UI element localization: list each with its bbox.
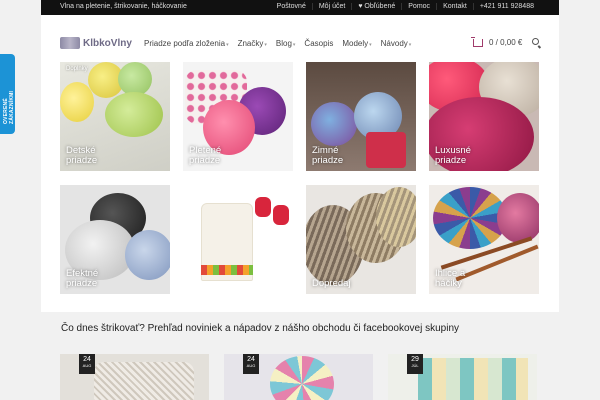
post-day: 24 — [83, 356, 91, 363]
phone-number[interactable]: +421 911 928488 — [472, 3, 540, 10]
nav-label: Časopis — [304, 39, 334, 48]
post-date: 24 AUG — [79, 354, 95, 374]
nav-item-brands[interactable]: Značky▾ — [238, 39, 267, 48]
category-tile-models[interactable] — [183, 185, 293, 294]
chevron-down-icon: ▾ — [408, 42, 412, 48]
nav-item-composition[interactable]: Priadze podľa zloženia▾ — [144, 39, 229, 48]
section-title: Čo dnes štrikovať? Prehľad noviniek a ná… — [61, 323, 460, 334]
post-date: 24 AUG — [243, 354, 259, 374]
category-tile-luxury[interactable]: Luxusné priadze — [429, 62, 539, 171]
nav-label: Blog — [275, 39, 292, 48]
logo-text: KlbkoVlny — [83, 37, 132, 49]
top-bar: Vlna na pletenie, štrikovanie, háčkovani… — [41, 0, 559, 15]
baby-shoe-image — [255, 197, 271, 217]
top-links: Poštovné Môj účet ♥ Obľúbené Pomoc Konta… — [271, 3, 540, 10]
post-image — [418, 358, 528, 400]
yarn-logo-icon — [60, 37, 80, 49]
nav-label: Priadze podľa zloženia — [144, 39, 226, 48]
tile-tag: Doplnky — [66, 66, 88, 72]
link-postovne[interactable]: Poštovné — [271, 3, 312, 10]
nav-label: Návody — [380, 39, 408, 48]
nav-label: Modely — [342, 39, 369, 48]
yarn-ball-image — [497, 193, 539, 243]
tile-label: Zimné priadze — [312, 145, 344, 166]
chevron-down-icon: ▾ — [226, 42, 229, 48]
tile-label: Luxusné priadze — [435, 145, 471, 166]
yarn-ball-image — [311, 102, 357, 146]
tile-label: Detské priadze — [66, 145, 98, 166]
category-tile-kids[interactable]: Doplnky Detské priadze — [60, 62, 170, 171]
category-tile-needles[interactable]: Ihlice a háčiky — [429, 185, 539, 294]
chevron-down-icon: ▾ — [264, 42, 267, 48]
site-header: KlbkoVlny Priadze podľa zloženia▾ Značky… — [41, 15, 559, 62]
cart-icon — [471, 36, 483, 47]
main-page: KlbkoVlny Priadze podľa zloženia▾ Značky… — [41, 15, 559, 312]
post-month: JÚL — [411, 363, 419, 368]
verified-customers-tab[interactable]: OVERENÉ ZÁKAZNÍKMI — [0, 54, 15, 134]
post-month: AUG — [82, 363, 92, 368]
yarn-ball-image — [376, 187, 416, 247]
nav-item-models[interactable]: Modely▾ — [342, 39, 371, 48]
search-icon[interactable] — [532, 38, 539, 45]
tile-label: Efektné priadze — [66, 268, 99, 289]
verified-customers-label: OVERENÉ ZÁKAZNÍKMI — [3, 90, 15, 124]
post-image — [94, 362, 194, 400]
tile-label: Ihlice a háčiky — [435, 268, 466, 289]
link-contact[interactable]: Kontakt — [436, 3, 473, 10]
post-day: 29 — [411, 356, 419, 363]
yarn-ball-image — [118, 62, 152, 96]
logo[interactable]: KlbkoVlny — [60, 37, 132, 49]
yarn-ball-image — [366, 132, 406, 168]
nav-item-blog[interactable]: Blog▾ — [276, 39, 296, 48]
cart-total: 0 / 0,00 € — [489, 38, 523, 47]
post-card[interactable]: 24 AUG — [224, 354, 373, 400]
category-tile-knitted[interactable]: Pletené priadze — [183, 62, 293, 171]
category-tile-effect[interactable]: Efektné priadze — [60, 185, 170, 294]
post-month: AUG — [246, 363, 256, 368]
yarn-ball-image — [433, 187, 507, 249]
tile-label: Dopredaj — [312, 278, 351, 289]
tagline: Vlna na pletenie, štrikovanie, háčkovani… — [60, 3, 187, 10]
nav-item-guides[interactable]: Návody▾ — [381, 39, 412, 48]
link-help[interactable]: Pomoc — [401, 3, 436, 10]
yarn-ball-image — [105, 92, 163, 137]
chevron-down-icon: ▾ — [369, 42, 372, 48]
post-card[interactable]: 24 AUG — [60, 354, 209, 400]
main-nav: Priadze podľa zloženia▾ Značky▾ Blog▾ Ča… — [144, 39, 411, 48]
yarn-ball-image — [125, 230, 170, 280]
post-image — [270, 356, 334, 400]
tile-label: Pletené priadze — [189, 145, 222, 166]
nav-label: Značky — [237, 39, 264, 48]
chevron-down-icon: ▾ — [292, 42, 296, 48]
nav-item-magazine[interactable]: Časopis — [304, 39, 333, 48]
category-tile-winter[interactable]: Zimné priadze — [306, 62, 416, 171]
cart[interactable]: 0 / 0,00 € — [471, 36, 523, 47]
post-date: 29 JÚL — [407, 354, 423, 374]
category-tile-sale[interactable]: Dopredaj — [306, 185, 416, 294]
dress-decoration — [201, 265, 253, 275]
baby-shoe-image — [273, 205, 289, 225]
post-card[interactable]: 29 JÚL — [388, 354, 537, 400]
link-my-account[interactable]: Môj účet — [311, 3, 351, 10]
post-day: 24 — [247, 356, 255, 363]
news-section: Čo dnes štrikovať? Prehľad noviniek a ná… — [41, 312, 559, 400]
link-favorites[interactable]: ♥ Obľúbené — [351, 3, 401, 10]
